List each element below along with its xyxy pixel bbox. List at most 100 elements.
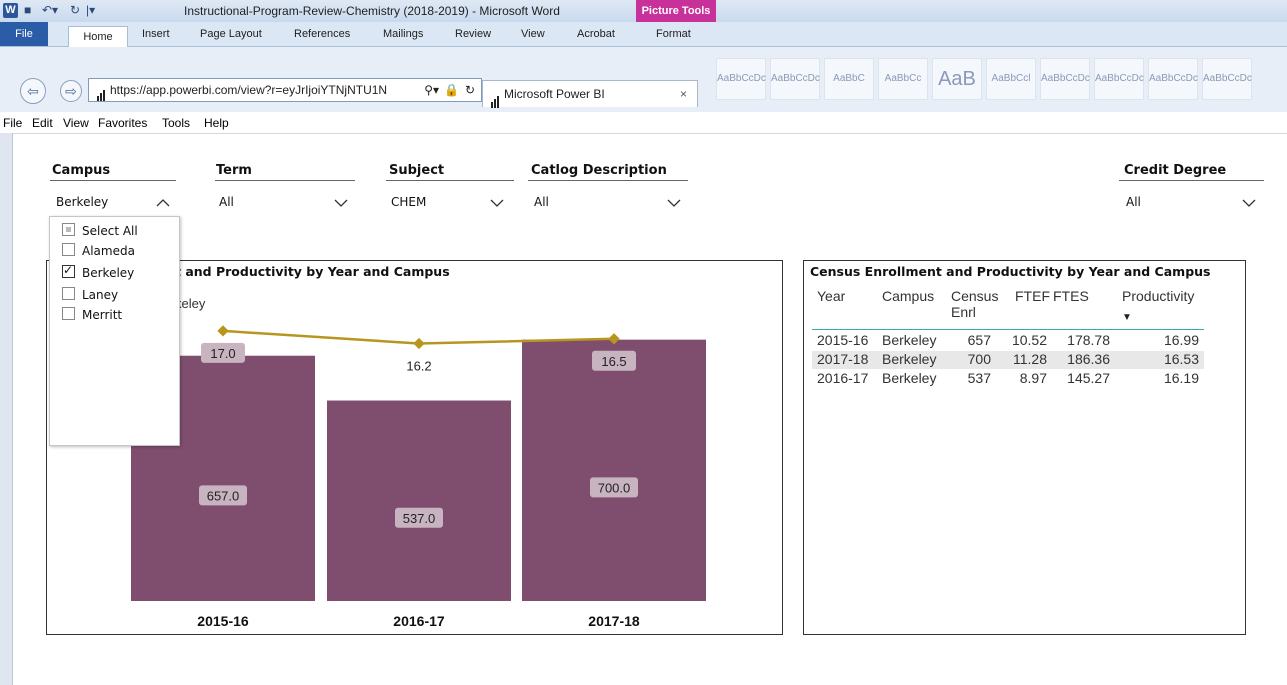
menu-view[interactable]: View bbox=[63, 116, 89, 130]
powerbi-tab-icon bbox=[491, 82, 500, 108]
table-cell: 16.53 bbox=[1163, 351, 1199, 367]
checkbox-icon[interactable] bbox=[62, 243, 75, 256]
browser-tab-powerbi[interactable]: Microsoft Power BI × bbox=[482, 80, 698, 108]
tab-page-layout[interactable]: Page Layout bbox=[200, 28, 262, 40]
chevron-down-icon[interactable] bbox=[1242, 198, 1256, 208]
chevron-down-icon[interactable] bbox=[667, 198, 681, 208]
x-tick-label: 2016-17 bbox=[393, 613, 445, 629]
menu-favorites[interactable]: Favorites bbox=[98, 116, 147, 130]
column-header-campus[interactable]: Campus bbox=[882, 288, 934, 304]
menu-help[interactable]: Help bbox=[204, 116, 229, 130]
table-cell: 2015-16 bbox=[817, 332, 869, 348]
column-header-ftes[interactable]: FTES bbox=[1053, 288, 1089, 304]
table-cell: 16.99 bbox=[1163, 332, 1199, 348]
campus-slicer-title: Campus bbox=[52, 163, 111, 178]
style-gallery-item[interactable]: AaB bbox=[932, 58, 982, 100]
style-gallery-item[interactable]: AaBbCcDc bbox=[1202, 58, 1252, 100]
column-header-year[interactable]: Year bbox=[817, 288, 845, 304]
tab-review[interactable]: Review bbox=[455, 28, 491, 40]
document-margin bbox=[0, 133, 13, 685]
campus-slicer-value[interactable]: Berkeley bbox=[56, 195, 108, 209]
table-header-divider bbox=[812, 329, 1204, 330]
catalog-slicer-value[interactable]: All bbox=[534, 195, 549, 209]
dropdown-item-alameda[interactable]: Alameda bbox=[62, 243, 135, 258]
refresh-icon[interactable]: ↻ bbox=[464, 79, 475, 101]
forward-button[interactable]: ⇨ bbox=[60, 80, 82, 102]
chevron-down-icon[interactable] bbox=[490, 198, 504, 208]
line-data-label: 16.5 bbox=[601, 354, 626, 369]
address-bar[interactable]: https://app.powerbi.com/view?r=eyJrIjoiY… bbox=[88, 78, 482, 102]
save-icon[interactable]: ■ bbox=[24, 3, 31, 17]
enrollment-table-panel: Census Enrollment and Productivity by Ye… bbox=[803, 260, 1246, 635]
bar-data-label: 537.0 bbox=[403, 511, 436, 526]
column-header-census[interactable]: Census bbox=[951, 288, 998, 304]
close-tab-icon[interactable]: × bbox=[680, 81, 687, 107]
subject-slicer-divider bbox=[386, 180, 514, 181]
line-point bbox=[217, 325, 229, 337]
menu-tools[interactable]: Tools bbox=[162, 116, 190, 130]
arrow-left-icon: ⇦ bbox=[27, 83, 39, 99]
address-url: https://app.powerbi.com/view?r=eyJrIjoiY… bbox=[110, 83, 388, 97]
menu-file[interactable]: File bbox=[3, 116, 22, 130]
bar bbox=[522, 339, 706, 601]
dropdown-item-select-all[interactable]: Select All bbox=[62, 223, 138, 238]
line-point bbox=[413, 337, 425, 350]
style-gallery-item[interactable]: AaBbCcDc bbox=[770, 58, 820, 100]
bar-data-label: 657.0 bbox=[207, 488, 240, 503]
tab-view[interactable]: View bbox=[521, 28, 545, 40]
undo-icon[interactable]: ↶▾ bbox=[42, 3, 58, 17]
arrow-right-icon: ⇨ bbox=[65, 83, 77, 99]
sort-desc-icon[interactable]: ▼ bbox=[1122, 312, 1132, 323]
back-button[interactable]: ⇦ bbox=[20, 78, 46, 104]
dropdown-item-merritt[interactable]: Merritt bbox=[62, 307, 122, 322]
tab-format[interactable]: Format bbox=[656, 28, 691, 40]
customize-qat-icon[interactable]: |▾ bbox=[86, 3, 95, 17]
term-slicer-title: Term bbox=[216, 163, 252, 178]
word-app-icon[interactable]: W bbox=[3, 3, 18, 18]
tab-acrobat[interactable]: Acrobat bbox=[577, 28, 615, 40]
style-gallery-item[interactable]: AaBbCcDc bbox=[1094, 58, 1144, 100]
tab-references[interactable]: References bbox=[294, 28, 350, 40]
column-header-ftef[interactable]: FTEF bbox=[1015, 288, 1050, 304]
column-header-productivity[interactable]: Productivity bbox=[1122, 288, 1194, 304]
checkbox-icon[interactable] bbox=[62, 307, 75, 320]
checkbox-partial-icon[interactable] bbox=[62, 223, 75, 236]
browser-menu-bar: File Edit View Favorites Tools Help bbox=[0, 112, 1287, 134]
campus-slicer-divider bbox=[50, 180, 176, 181]
campus-dropdown[interactable]: Select All Alameda Berkeley Laney Merrit… bbox=[49, 216, 180, 446]
tab-insert[interactable]: Insert bbox=[142, 28, 170, 40]
redo-icon[interactable]: ↻ bbox=[70, 3, 80, 17]
subject-slicer-title: Subject bbox=[389, 163, 445, 178]
style-gallery-item[interactable]: AaBbCcl bbox=[986, 58, 1036, 100]
term-slicer-value[interactable]: All bbox=[219, 195, 234, 209]
table-cell: 16.19 bbox=[1163, 370, 1199, 386]
table-title: Census Enrollment and Productivity by Ye… bbox=[810, 264, 1211, 279]
style-gallery-item[interactable]: AaBbCcDc bbox=[1040, 58, 1090, 100]
credit-slicer-value[interactable]: All bbox=[1126, 195, 1141, 209]
table-cell: 2017-18 bbox=[817, 351, 869, 367]
dropdown-item-berkeley[interactable]: Berkeley bbox=[62, 263, 134, 280]
style-gallery-item[interactable]: AaBbC bbox=[824, 58, 874, 100]
browser-tab-title: Microsoft Power BI bbox=[504, 87, 605, 101]
style-gallery-item[interactable]: AaBbCcDc bbox=[716, 58, 766, 100]
tab-file[interactable]: File bbox=[0, 22, 48, 46]
bar-data-label: 700.0 bbox=[598, 480, 631, 495]
ribbon-tab-bar: Insert Page Layout References Mailings R… bbox=[0, 22, 1287, 47]
powerbi-icon bbox=[97, 80, 106, 101]
style-gallery-item[interactable]: AaBbCcDc bbox=[1148, 58, 1198, 100]
search-icon[interactable]: ⚲▾ bbox=[421, 79, 439, 101]
chevron-down-icon[interactable] bbox=[334, 198, 348, 208]
term-slicer-divider bbox=[215, 180, 355, 181]
table-cell: 186.36 bbox=[1067, 351, 1110, 367]
tab-mailings[interactable]: Mailings bbox=[383, 28, 423, 40]
menu-edit[interactable]: Edit bbox=[32, 116, 53, 130]
picture-tools-label: Picture Tools bbox=[636, 0, 716, 22]
checkbox-checked-icon[interactable] bbox=[62, 263, 75, 278]
dropdown-item-laney[interactable]: Laney bbox=[62, 287, 118, 302]
checkbox-icon[interactable] bbox=[62, 287, 75, 300]
tab-home[interactable]: Home bbox=[68, 26, 128, 47]
subject-slicer-value[interactable]: CHEM bbox=[391, 195, 426, 209]
credit-slicer-divider bbox=[1119, 180, 1264, 181]
chevron-up-icon[interactable] bbox=[156, 198, 170, 208]
style-gallery-item[interactable]: AaBbCc bbox=[878, 58, 928, 100]
